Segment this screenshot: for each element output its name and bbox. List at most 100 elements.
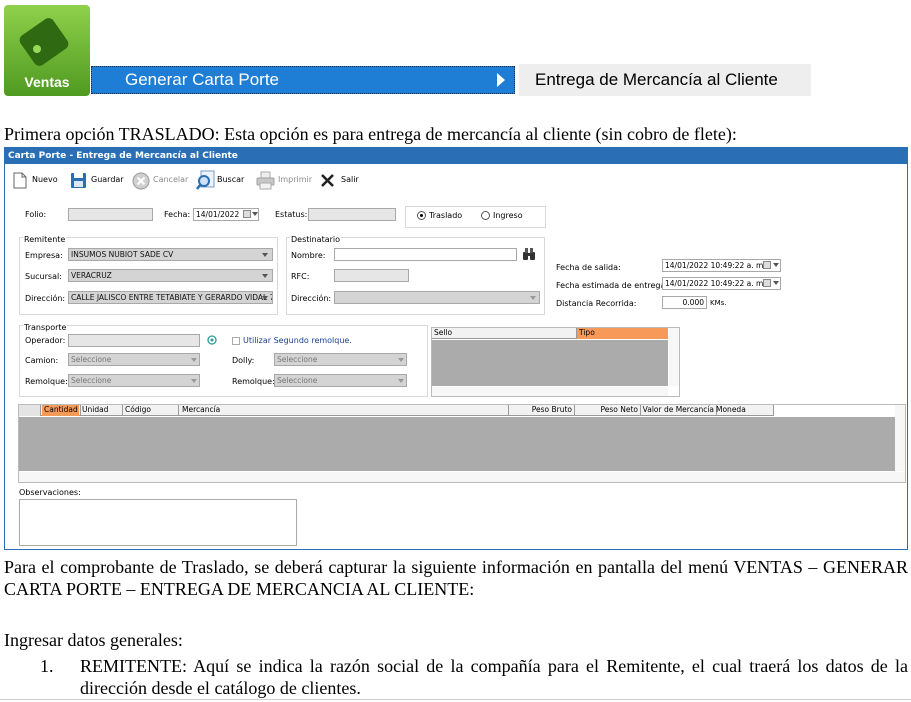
save-disk-icon bbox=[71, 173, 86, 188]
mercancia-vertical-scrollbar[interactable] bbox=[895, 405, 905, 471]
chevron-down-icon bbox=[398, 379, 404, 383]
distancia-label: Distancia Recorrida: bbox=[556, 299, 637, 308]
remolque1-select[interactable]: Seleccione bbox=[68, 374, 200, 387]
buscar-label: Buscar bbox=[217, 175, 245, 184]
printer-icon bbox=[256, 171, 275, 190]
chevron-down-icon bbox=[530, 296, 536, 300]
camion-label: Camion: bbox=[25, 356, 59, 365]
column-divider bbox=[122, 405, 123, 416]
column-divider bbox=[576, 328, 577, 339]
search-magnifier-icon bbox=[196, 170, 215, 190]
chevron-down-icon bbox=[262, 296, 268, 300]
camion-select[interactable]: Seleccione bbox=[68, 353, 200, 366]
calendar-icon bbox=[763, 279, 771, 287]
sucursal-label: Sucursal: bbox=[25, 272, 62, 281]
folio-input[interactable] bbox=[68, 208, 153, 221]
remitente-legend: Remitente bbox=[23, 233, 67, 247]
operador-input[interactable] bbox=[68, 334, 200, 347]
observaciones-label: Observaciones: bbox=[19, 488, 81, 497]
chevron-down-icon bbox=[773, 281, 779, 285]
submenu-item-entrega-mercancia[interactable]: Entrega de Mercancía al Cliente bbox=[519, 64, 811, 96]
sellos-vertical-scrollbar[interactable] bbox=[669, 328, 679, 386]
remolque2-label: Remolque: bbox=[232, 377, 275, 386]
estatus-label: Estatus: bbox=[275, 210, 308, 219]
price-tag-hole bbox=[33, 45, 41, 53]
sucursal-select[interactable]: VERACRUZ bbox=[68, 269, 273, 282]
sellos-horizontal-scrollbar[interactable] bbox=[432, 387, 668, 396]
ingreso-radio[interactable] bbox=[481, 211, 490, 220]
nombre-input[interactable] bbox=[334, 248, 517, 261]
cancelar-button[interactable]: Cancelar bbox=[132, 170, 190, 192]
segundo-remolque-label: Utilizar Segundo remolque. bbox=[243, 336, 352, 345]
fecha-value: 14/01/2022 bbox=[196, 210, 240, 219]
mercancia-column-header[interactable]: Valor de Mercancía bbox=[640, 403, 714, 417]
mercancia-column-header[interactable]: Código bbox=[125, 403, 176, 417]
sello-column-header[interactable]: Sello bbox=[434, 326, 452, 340]
observaciones-textarea[interactable] bbox=[19, 499, 297, 546]
column-divider bbox=[574, 405, 575, 416]
list-item-text: REMITENTE: Aquí se indica la razón socia… bbox=[80, 656, 908, 698]
body-paragraph: Para el comprobante de Traslado, se debe… bbox=[4, 557, 908, 599]
new-document-icon bbox=[13, 172, 27, 189]
chevron-down-icon bbox=[191, 358, 197, 362]
mercancia-column-header[interactable]: Peso Neto bbox=[576, 403, 638, 417]
row-selector-header bbox=[19, 405, 41, 416]
tipo-column-header[interactable]: Tipo bbox=[579, 326, 595, 340]
salir-button[interactable]: Salir bbox=[320, 170, 360, 192]
remolque1-label: Remolque: bbox=[25, 377, 68, 386]
list-item-number: 1. bbox=[40, 656, 54, 676]
chevron-down-icon bbox=[398, 358, 404, 362]
transporte-legend: Transporte bbox=[23, 321, 68, 335]
buscar-button[interactable]: Buscar bbox=[196, 170, 246, 192]
chevron-down-icon bbox=[262, 274, 268, 278]
traslado-radio[interactable] bbox=[417, 211, 426, 220]
submenu-arrow-icon bbox=[497, 73, 505, 87]
empresa-label: Empresa: bbox=[25, 251, 63, 260]
mercancia-column-header[interactable]: Mercancía bbox=[182, 403, 506, 417]
mercancia-column-header[interactable]: Unidad bbox=[82, 403, 120, 417]
fecha-salida-value: 14/01/2022 10:49:22 a. m. bbox=[665, 261, 766, 270]
guardar-label: Guardar bbox=[91, 175, 124, 184]
mercancia-grid-body bbox=[19, 417, 895, 471]
mercancia-column-header[interactable]: Peso Bruto bbox=[510, 403, 572, 417]
dolly-select[interactable]: Seleccione bbox=[274, 353, 407, 366]
section-heading: Ingresar datos generales: bbox=[4, 630, 183, 650]
chevron-down-icon bbox=[191, 379, 197, 383]
binoculars-icon[interactable] bbox=[522, 247, 536, 261]
remitente-direccion-select[interactable]: CALLE JALISCO ENTRE TETABIATE Y GERARDO … bbox=[68, 291, 273, 304]
imprimir-button[interactable]: Imprimir bbox=[256, 170, 314, 192]
destinatario-direccion-select[interactable] bbox=[334, 291, 540, 304]
toolbar: Nuevo Guardar Cancelar Buscar Imprimir S… bbox=[12, 170, 372, 192]
mercancia-column-header[interactable]: Moneda bbox=[716, 403, 771, 417]
operador-label: Operador: bbox=[25, 336, 66, 345]
distancia-input[interactable]: 0.000 bbox=[662, 296, 707, 309]
rfc-label: RFC: bbox=[291, 272, 310, 281]
fecha-label: Fecha: bbox=[164, 210, 191, 219]
traslado-label: Traslado bbox=[429, 211, 463, 220]
nuevo-button[interactable]: Nuevo bbox=[12, 170, 58, 192]
destinatario-direccion-label: Dirección: bbox=[291, 294, 332, 303]
segundo-remolque-checkbox[interactable] bbox=[232, 337, 240, 345]
rfc-field bbox=[334, 269, 409, 282]
column-divider bbox=[178, 405, 179, 416]
mercancia-column-header[interactable]: Cantidad bbox=[44, 403, 78, 417]
cancel-circle-icon bbox=[132, 172, 150, 190]
fecha-salida-label: Fecha de salida: bbox=[556, 263, 621, 272]
page-divider bbox=[0, 699, 911, 700]
guardar-button[interactable]: Guardar bbox=[70, 170, 126, 192]
empresa-select[interactable]: INSUMOS NUBIOT SADE CV bbox=[68, 248, 273, 261]
mercancia-horizontal-scrollbar[interactable] bbox=[19, 472, 905, 482]
fecha-entrega-value: 14/01/2022 10:49:22 a. m. bbox=[665, 279, 766, 288]
calendar-icon bbox=[763, 261, 771, 269]
target-search-icon[interactable] bbox=[207, 335, 217, 345]
column-divider bbox=[80, 405, 81, 416]
close-x-icon bbox=[321, 174, 334, 187]
folio-label: Folio: bbox=[25, 210, 47, 219]
chevron-down-icon bbox=[252, 212, 258, 216]
estatus-field bbox=[308, 208, 396, 221]
nuevo-label: Nuevo bbox=[32, 175, 58, 184]
remitente-direccion-label: Dirección: bbox=[25, 294, 66, 303]
tipo-radio-group bbox=[405, 206, 546, 228]
ventas-tile-label: Ventas bbox=[24, 74, 70, 90]
remolque2-select[interactable]: Seleccione bbox=[274, 374, 407, 387]
